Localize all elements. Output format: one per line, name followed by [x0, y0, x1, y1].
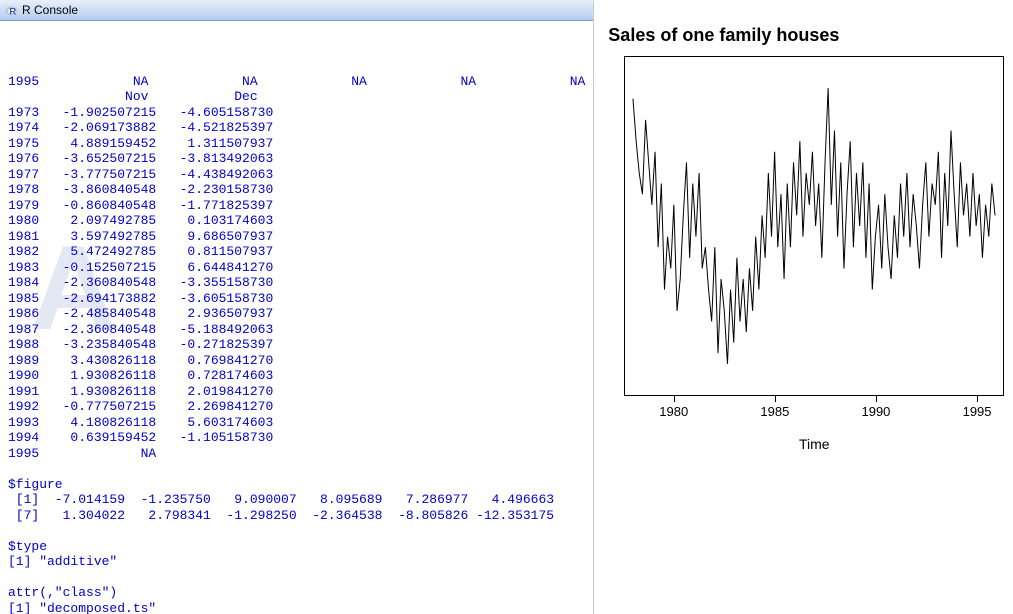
x-tick-label: 1995: [963, 404, 992, 419]
plot-panel: Sales of one family houses 1980198519901…: [594, 0, 1013, 614]
x-tick-label: 1990: [861, 404, 890, 419]
r-console-window: R R Console A 1995 NA NA NA NA NA Nov De…: [0, 0, 594, 614]
plot-area: [624, 56, 1004, 396]
x-tick-label: 1980: [659, 404, 688, 419]
x-tick: [876, 396, 877, 402]
x-axis-ticks: 1980 1985 1990 1995: [624, 396, 1004, 426]
x-tick-label: 1985: [760, 404, 789, 419]
r-logo-icon: R: [4, 3, 18, 17]
console-body[interactable]: A 1995 NA NA NA NA NA Nov Dec 1973 -1.90…: [0, 21, 593, 614]
x-tick: [674, 396, 675, 402]
x-axis-label: Time: [624, 436, 1004, 452]
svg-text:R: R: [9, 6, 16, 17]
timeseries-line: [625, 57, 1003, 395]
window-title: R Console: [22, 3, 78, 17]
x-tick: [775, 396, 776, 402]
x-tick: [977, 396, 978, 402]
titlebar[interactable]: R R Console: [0, 0, 593, 21]
plot-title: Sales of one family houses: [608, 25, 1004, 46]
